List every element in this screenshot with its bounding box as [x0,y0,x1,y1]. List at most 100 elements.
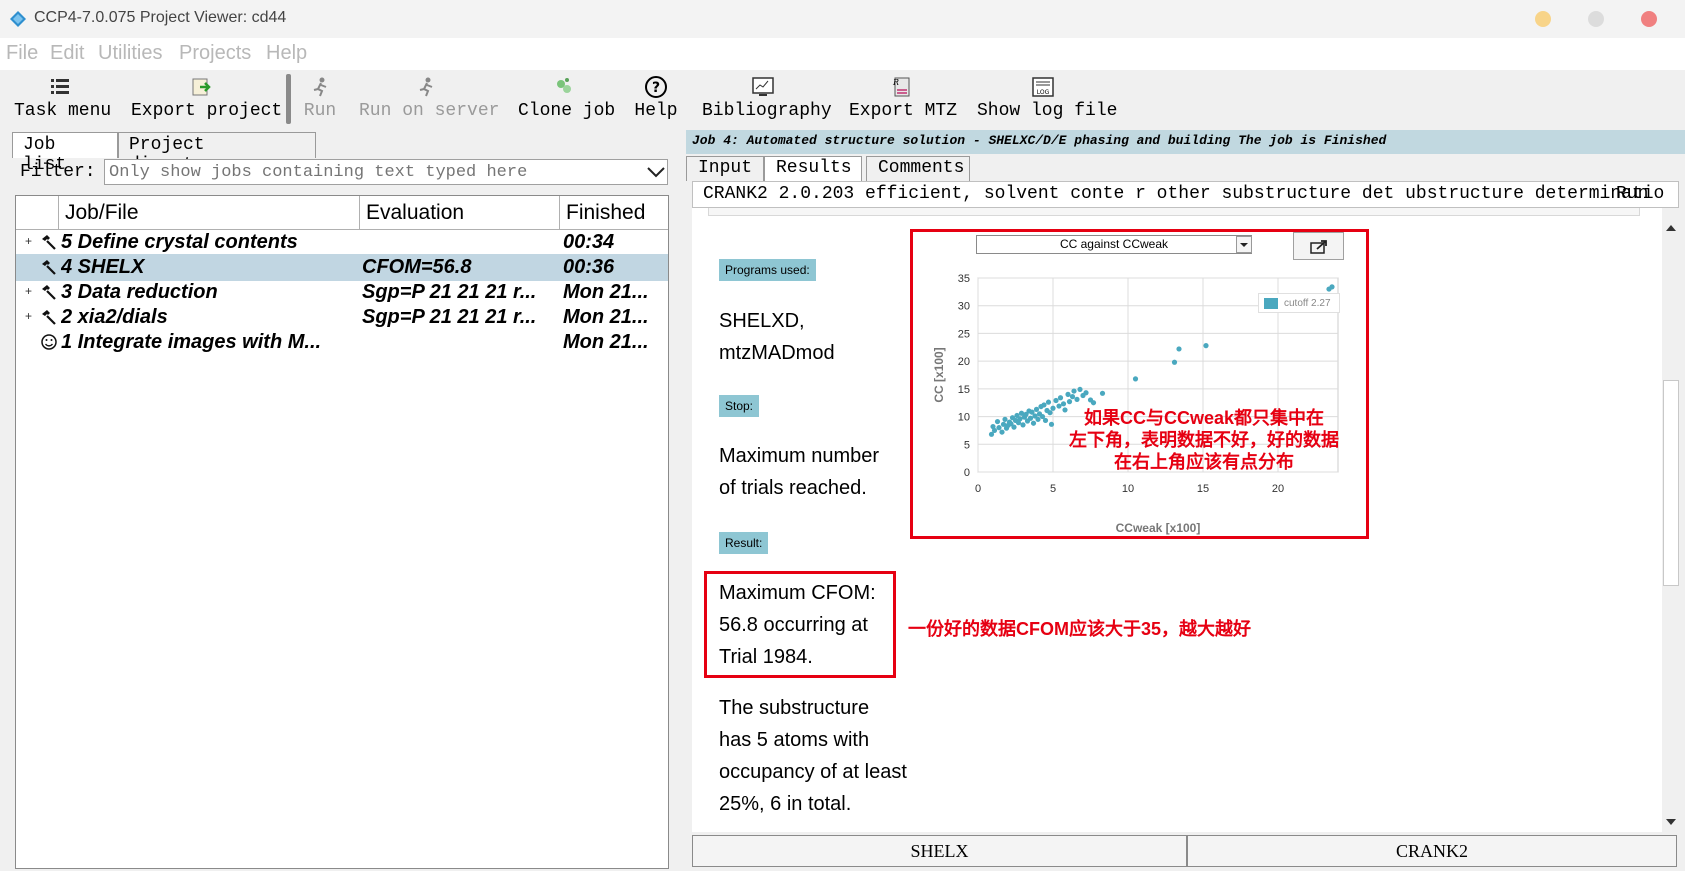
x-tick-label: 15 [1197,483,1209,495]
run-on-server-button[interactable]: Run on server [359,74,500,126]
expand-icon[interactable]: + [25,234,32,248]
help-label: Help [634,101,678,121]
y-tick-label: 20 [958,356,970,368]
log-file-icon: LOG [1032,77,1054,97]
crank-pipeline-text: CRANK2 2.0.203 efficient, solvent conte … [703,184,1665,204]
x-axis-label: CCweak [x100] [1116,521,1201,535]
job-name-cell: 1 Integrate images with M... [61,331,322,353]
table-row[interactable]: +5 Define crystal contents 00:34 [16,229,668,256]
finished-cell: 00:36 [563,256,615,278]
menu-file[interactable]: File [6,42,38,65]
result-line: 56.8 occurring at [719,614,868,636]
y-tick-label: 10 [958,412,970,424]
run-icon [313,77,327,97]
scroll-down-icon[interactable] [1664,816,1678,828]
chevron-down-icon[interactable] [644,160,668,184]
scroll-up-icon[interactable] [1664,222,1678,234]
menu-help[interactable]: Help [266,42,307,65]
scatter-point [994,418,1001,425]
chart-select[interactable]: CC against CCweak [976,235,1252,254]
result-line: Trial 1984. [719,646,813,668]
clone-job-button[interactable]: Clone job [518,74,615,126]
scatter-point [1066,399,1073,405]
menu-projects[interactable]: Projects [179,42,251,65]
scatter-point [991,427,998,434]
y-tick-label: 5 [964,439,970,451]
chart-popout-button[interactable] [1293,232,1344,260]
export-project-button[interactable]: Export project [131,74,283,126]
substructure-text: The substructure has 5 atoms with occupa… [719,692,907,820]
chart-select-arrow-icon[interactable] [1236,236,1252,253]
evaluation-cell: Sgp=P 21 21 21 r... [362,306,537,328]
show-log-file-button[interactable]: LOG Show log file [977,74,1117,126]
expand-icon[interactable]: + [25,309,32,323]
evaluation-cell: CFOM=56.8 [362,256,472,278]
close-button[interactable] [1641,11,1657,27]
scatter-point [1030,420,1037,426]
expand-icon[interactable]: + [25,284,32,298]
ccp4-logo-icon [10,11,26,27]
scatter-point [1099,390,1106,396]
table-row[interactable]: +2 xia2/dials Sgp=P 21 21 21 r... Mon 21..… [16,304,668,331]
job-header-text: Job 4: Automated structure solution - SH… [692,133,1387,148]
table-row[interactable]: 4 SHELX CFOM=56.8 00:36 [16,254,668,281]
bibliography-button[interactable]: Bibliography [702,74,832,126]
scatter-point [1176,346,1182,352]
tab-project-directory[interactable]: Project directory [118,132,316,175]
export-project-label: Export project [131,101,283,121]
run-on-server-label: Run on server [359,101,500,121]
export-mtz-button[interactable]: R Export MTZ [849,74,958,126]
shelx-button[interactable]: SHELX [692,835,1187,867]
run-label: Run [303,101,337,121]
scatter-point [1069,394,1076,400]
crank-pipeline-bar: CRANK2 2.0.203 efficient, solvent conte … [692,181,1679,208]
tab-results[interactable]: Results [764,156,862,181]
menu-edit[interactable]: Edit [50,42,84,65]
program-line: SHELXD, [719,310,805,332]
tab-input[interactable]: Input [686,156,764,181]
result-line: Maximum CFOM: [719,582,876,604]
scatter-point [1083,390,1089,396]
menu-utilities[interactable]: Utilities [98,42,162,65]
section-header-strip [708,208,1640,216]
export-mtz-label: Export MTZ [849,101,958,121]
task-menu-button[interactable]: Task menu [14,74,111,126]
filter-input[interactable] [104,159,668,185]
maximize-button[interactable] [1588,11,1604,27]
minimize-button[interactable] [1535,11,1551,27]
bibliography-icon [752,77,774,96]
tab-job-list[interactable]: Job list [12,132,118,175]
scatter-point [996,425,1002,431]
crank-run-label[interactable]: Run [1616,184,1648,204]
column-header-evaluation[interactable]: Evaluation [360,196,560,230]
x-tick-label: 20 [1272,483,1284,495]
table-row[interactable]: 1 Integrate images with M... Mon 21... [16,329,668,356]
hammer-icon [42,235,56,250]
evaluation-cell: Sgp=P 21 21 21 r... [362,281,537,303]
scroll-thumb[interactable] [1663,380,1679,586]
substructure-line: 25%, 6 in total. [719,793,852,815]
chart-annotation-line: 如果CC与CCweak都只集中在 [1083,408,1325,428]
legend-swatch [1264,298,1278,309]
scatter-point [999,429,1005,435]
column-header-finished[interactable]: Finished [560,196,668,230]
substructure-line: The substructure [719,697,870,719]
x-tick-label: 10 [1122,483,1134,495]
help-button[interactable]: ? Help [634,74,678,126]
svg-text:LOG: LOG [1037,89,1050,96]
scatter-point [1171,359,1178,365]
substructure-line: occupancy of at least [719,761,907,783]
column-header-job[interactable]: Job/File [59,196,360,230]
cfom-annotation: 一份好的数据CFOM应该大于35，越大越好 [908,619,1252,639]
scatter-point [1002,416,1008,422]
crank2-button[interactable]: CRANK2 [1187,835,1677,867]
stop-line: of trials reached. [719,477,867,499]
result-tag: Result: [719,532,769,554]
run-button[interactable]: Run [302,74,338,126]
bibliography-label: Bibliography [702,101,832,121]
stop-line: Maximum number [719,445,880,467]
scatter-point [1060,401,1067,407]
table-row[interactable]: +3 Data reduction Sgp=P 21 21 21 r... Mon … [16,279,668,306]
tab-comments[interactable]: Comments [866,156,970,181]
hammer-icon [42,260,56,275]
